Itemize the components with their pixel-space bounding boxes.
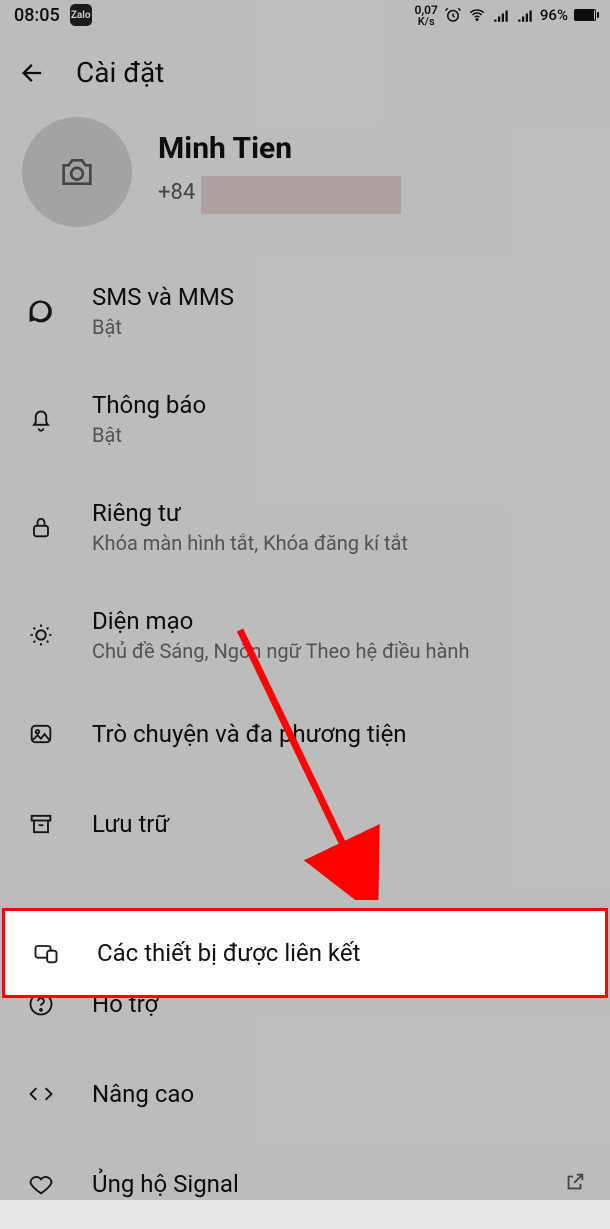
page-title: Cài đặt bbox=[76, 56, 164, 89]
external-link-icon bbox=[564, 1171, 586, 1197]
item-appearance[interactable]: Diện mạo Chủ đề Sáng, Ngôn ngữ Theo hệ đ… bbox=[0, 581, 610, 689]
net-speed: 0,07K/s bbox=[415, 4, 438, 27]
item-title: Riêng tư bbox=[92, 499, 586, 527]
item-title: Nâng cao bbox=[92, 1080, 586, 1108]
item-chat-media[interactable]: Trò chuyện và đa phương tiện bbox=[0, 689, 610, 779]
archive-icon bbox=[27, 810, 55, 838]
profile-phone-prefix: +84 bbox=[158, 180, 195, 205]
status-time: 08:05 bbox=[14, 5, 60, 26]
wifi-icon bbox=[468, 6, 486, 24]
app-badge-icon: Zalo bbox=[70, 4, 92, 26]
camera-icon bbox=[57, 152, 97, 192]
item-title: Diện mạo bbox=[92, 607, 586, 635]
battery-icon bbox=[574, 9, 596, 21]
item-storage[interactable]: Lưu trữ bbox=[0, 779, 610, 869]
item-notifications[interactable]: Thông báo Bật bbox=[0, 365, 610, 473]
item-sms-mms[interactable]: SMS và MMS Bật bbox=[0, 257, 610, 365]
settings-list: SMS và MMS Bật Thông báo Bật Riêng tư Kh… bbox=[0, 257, 610, 1229]
item-title: Các thiết bị được liên kết bbox=[97, 939, 581, 967]
profile-name: Minh Tien bbox=[158, 131, 401, 166]
devices-icon bbox=[32, 939, 60, 967]
header: Cài đặt bbox=[0, 30, 610, 103]
redacted-phone bbox=[201, 176, 401, 214]
item-sub: Chủ đề Sáng, Ngôn ngữ Theo hệ điều hành bbox=[92, 639, 586, 663]
item-sub: Bật bbox=[92, 315, 586, 339]
signal-icon-2 bbox=[516, 6, 534, 24]
item-title: Thông báo bbox=[92, 391, 586, 419]
item-title: Lưu trữ bbox=[92, 810, 586, 838]
item-sub: Bật bbox=[92, 423, 586, 447]
alarm-icon bbox=[444, 6, 462, 24]
status-bar: 08:05 Zalo 0,07K/s 96% bbox=[0, 0, 610, 30]
item-privacy[interactable]: Riêng tư Khóa màn hình tắt, Khóa đăng kí… bbox=[0, 473, 610, 581]
lock-icon bbox=[27, 513, 55, 541]
item-title: Ủng hộ Signal bbox=[92, 1170, 530, 1198]
heart-icon bbox=[27, 1170, 55, 1198]
chat-bubble-icon bbox=[27, 297, 55, 325]
image-icon bbox=[27, 720, 55, 748]
back-button[interactable] bbox=[18, 58, 48, 88]
item-linked-devices[interactable]: Các thiết bị được liên kết bbox=[2, 908, 608, 998]
item-title: Trò chuyện và đa phương tiện bbox=[92, 720, 586, 748]
sun-icon bbox=[27, 621, 55, 649]
code-icon bbox=[27, 1080, 55, 1108]
avatar[interactable] bbox=[22, 117, 132, 227]
profile-row[interactable]: Minh Tien +84 bbox=[0, 103, 610, 257]
battery-pct: 96% bbox=[540, 6, 568, 24]
bell-icon bbox=[27, 405, 55, 433]
item-donate[interactable]: Ủng hộ Signal bbox=[0, 1139, 610, 1229]
item-sub: Khóa màn hình tắt, Khóa đăng kí tắt bbox=[92, 531, 586, 555]
item-title: SMS và MMS bbox=[92, 283, 586, 311]
signal-icon bbox=[492, 6, 510, 24]
arrow-left-icon bbox=[19, 59, 47, 87]
item-advanced[interactable]: Nâng cao bbox=[0, 1049, 610, 1139]
